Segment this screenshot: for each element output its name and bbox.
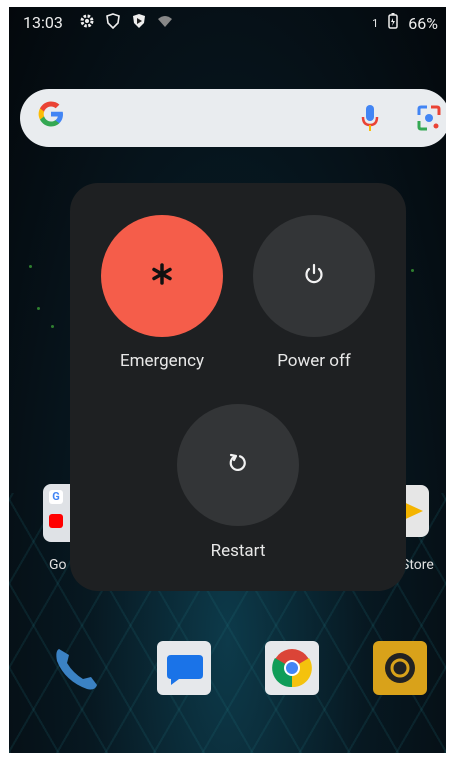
messages-app-icon[interactable] xyxy=(157,641,211,695)
emergency-button[interactable] xyxy=(101,215,223,337)
voice-search-mic-icon[interactable] xyxy=(360,103,380,137)
youtube-mini-icon xyxy=(49,514,63,528)
power-off-label: Power off xyxy=(277,351,351,371)
folder-label: Go xyxy=(49,557,67,573)
restart-button[interactable] xyxy=(177,404,299,526)
chrome-app-icon[interactable] xyxy=(265,641,319,695)
vpn-shield-icon xyxy=(105,13,121,33)
emergency-label: Emergency xyxy=(119,351,205,371)
power-menu-dialog: Emergency Power off Restart xyxy=(70,183,406,591)
power-icon xyxy=(303,263,325,289)
security-shield-icon xyxy=(131,13,147,33)
wifi-icon xyxy=(157,13,173,33)
restart-label: Restart xyxy=(210,541,266,561)
camera-app-icon[interactable] xyxy=(373,641,427,695)
status-time: 13:03 xyxy=(23,13,63,32)
phone-screen: 13:03 1 66% G Go Store Emergency Power o… xyxy=(9,7,446,753)
restart-icon xyxy=(227,452,249,478)
status-bar: 13:03 1 66% xyxy=(9,7,446,37)
power-off-button[interactable] xyxy=(253,215,375,337)
google-mini-icon: G xyxy=(49,490,63,504)
battery-icon xyxy=(388,13,399,33)
battery-percent: 66% xyxy=(408,13,438,33)
status-icons xyxy=(79,13,173,33)
sim-indicator: 1 xyxy=(372,16,379,30)
asterisk-icon xyxy=(151,263,173,289)
phone-app-icon[interactable] xyxy=(49,641,103,695)
google-search-bar[interactable] xyxy=(20,89,446,147)
google-logo xyxy=(36,99,66,137)
settings-gear-icon xyxy=(79,13,95,33)
google-lens-icon[interactable] xyxy=(415,103,443,137)
status-right: 1 66% xyxy=(372,13,438,33)
